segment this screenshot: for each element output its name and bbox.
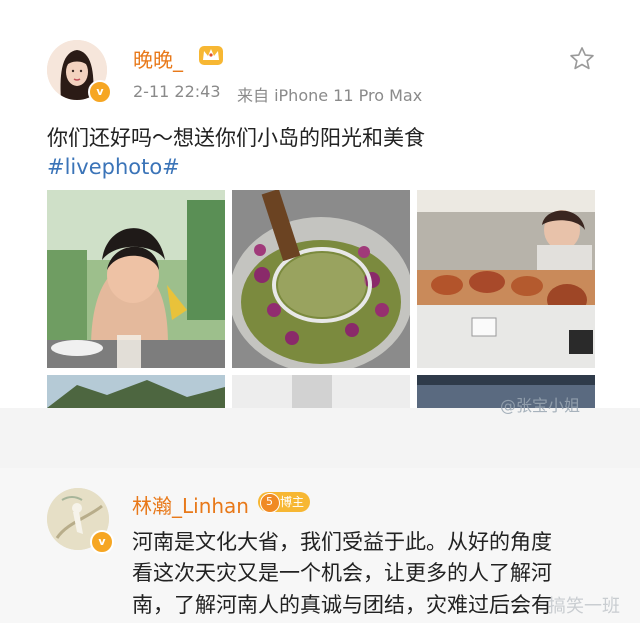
post-source: 来自 iPhone 11 Pro Max — [237, 86, 423, 105]
post-photo-3[interactable] — [417, 190, 595, 368]
post-photo-1[interactable] — [47, 190, 225, 368]
comment-card: v 林瀚_Linhan 5 博主 河南是文化大省，我们受益于此。从好的角度 看这… — [0, 468, 640, 623]
comment-line-3: 南，了解河南人的真诚与团结，灾难过后会有 — [132, 593, 552, 617]
post-photo-2[interactable] — [232, 190, 410, 368]
post-photo-5[interactable] — [232, 375, 410, 408]
corner-watermark: 搞笑一班 — [548, 596, 620, 617]
comment-username[interactable]: 林瀚_Linhan — [132, 490, 249, 519]
badge-label: 博主 — [280, 495, 305, 509]
post-timestamp: 2-11 22:43 — [133, 82, 221, 101]
photo-watermark: @张宝小姐 — [500, 396, 581, 415]
post-photo-4[interactable] — [47, 375, 225, 408]
crown-icon — [199, 46, 223, 65]
comment-line-1: 河南是文化大省，我们受益于此。从好的角度 — [132, 530, 552, 554]
post-text: 你们还好吗～想送你们小岛的阳光和美食 — [47, 126, 425, 150]
comment-line-2: 看这次天灾又是一个机会，让更多的人了解河 — [132, 561, 552, 585]
post-hashtag[interactable]: #livephoto# — [47, 155, 180, 179]
star-outline-icon[interactable] — [568, 45, 596, 73]
weibo-post-card: v 晚晚_ 2-11 22:43 来自 iPhone 11 Pro Max 你们… — [0, 0, 640, 415]
verified-badge-icon: v — [90, 530, 114, 554]
badge-level: 5 — [266, 495, 273, 508]
blogger-badge: 5 博主 — [258, 492, 311, 513]
post-username[interactable]: 晚晚_ — [133, 44, 183, 73]
verified-badge-icon: v — [88, 80, 112, 104]
